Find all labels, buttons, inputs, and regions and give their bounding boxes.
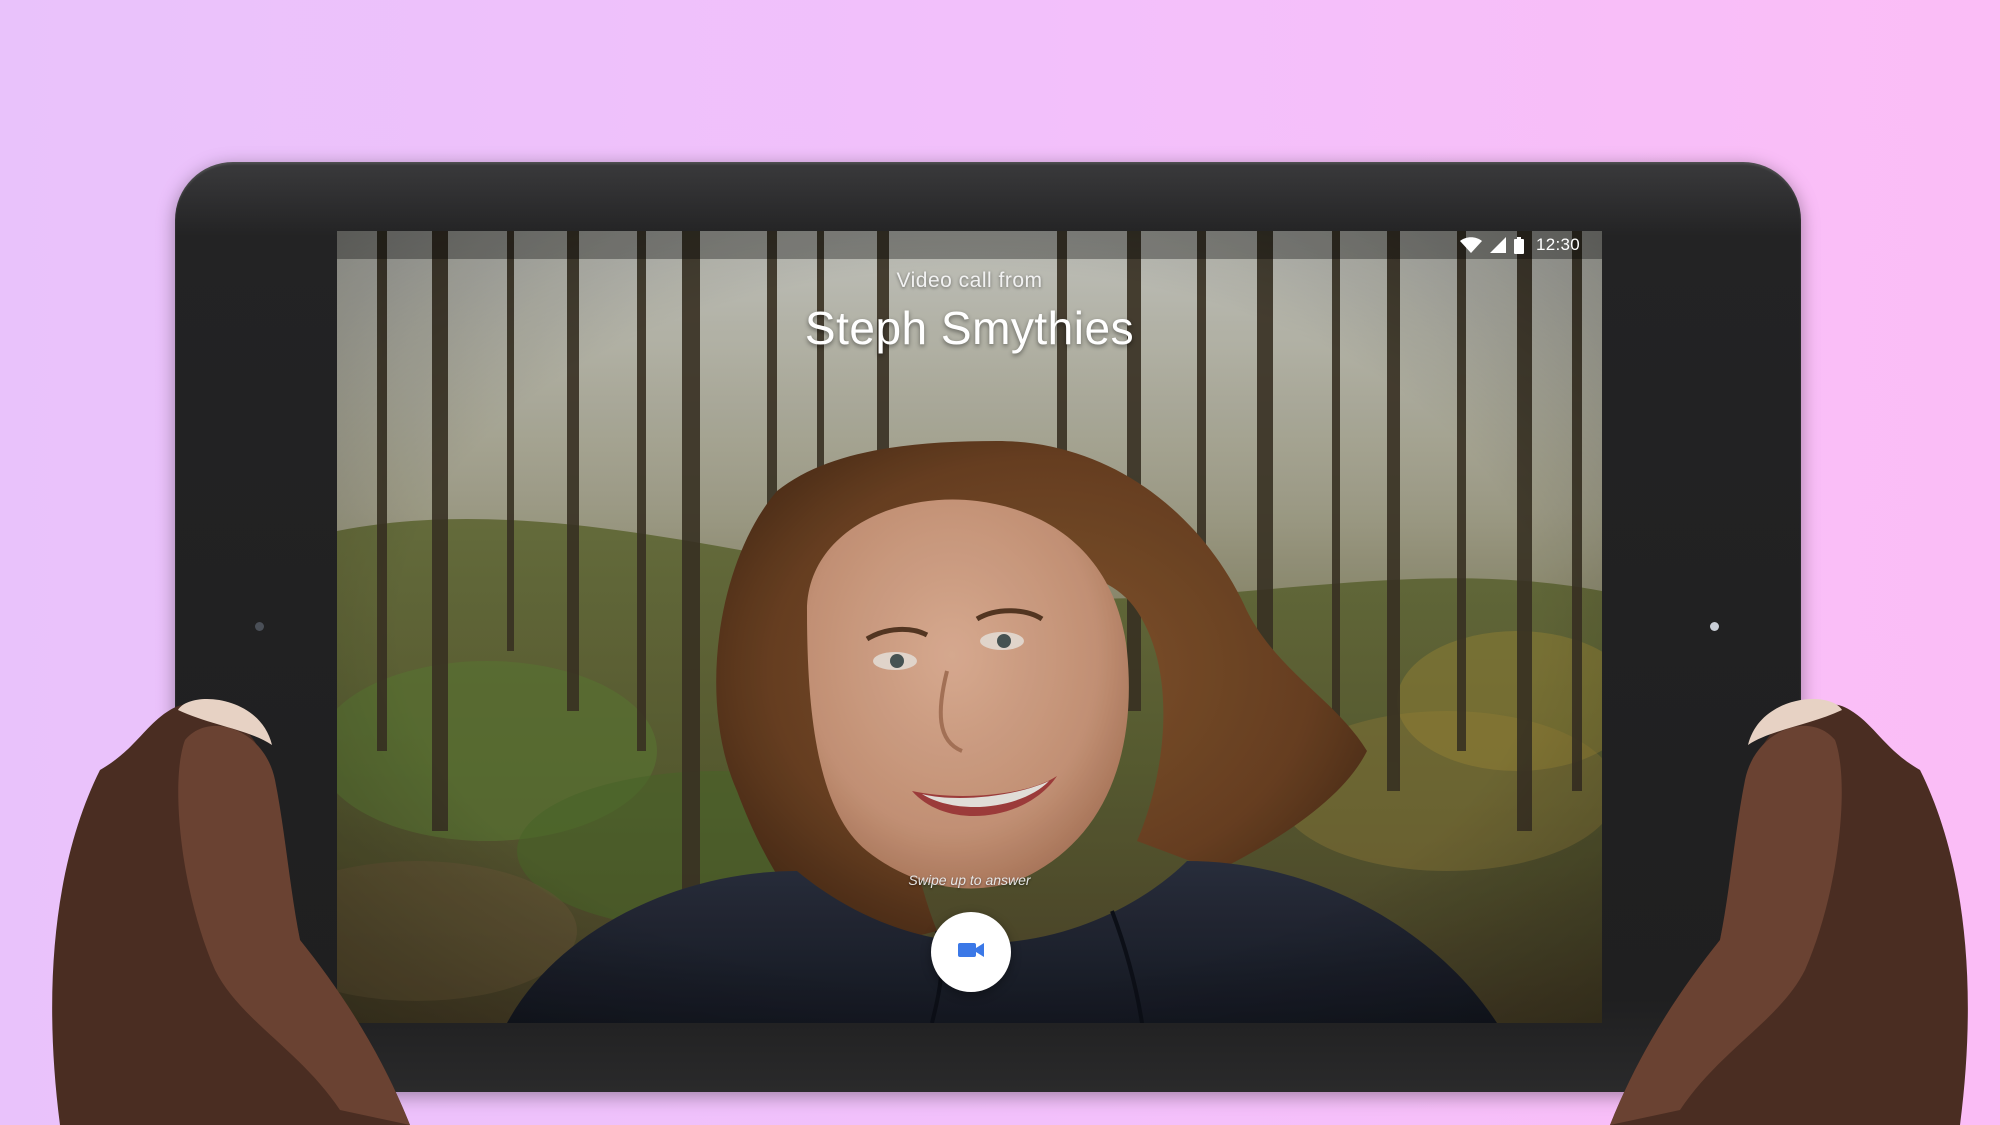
swipe-hint: Swipe up to answer — [908, 872, 1031, 888]
battery-icon — [1513, 236, 1524, 254]
answer-video-call-button[interactable] — [931, 912, 1011, 992]
cellular-signal-icon — [1489, 237, 1506, 253]
front-camera-sensor — [255, 622, 264, 631]
light-sensor — [1710, 622, 1719, 631]
incoming-video-call-screen: 12:30 Video call from Steph Smythies Swi… — [337, 231, 1602, 1023]
status-bar: 12:30 — [337, 231, 1602, 259]
caller-name: Steph Smythies — [804, 302, 1135, 354]
status-clock: 12:30 — [1535, 235, 1580, 254]
call-type-label: Video call from — [896, 269, 1043, 292]
videocam-icon — [958, 941, 984, 964]
wifi-icon — [1459, 237, 1482, 253]
